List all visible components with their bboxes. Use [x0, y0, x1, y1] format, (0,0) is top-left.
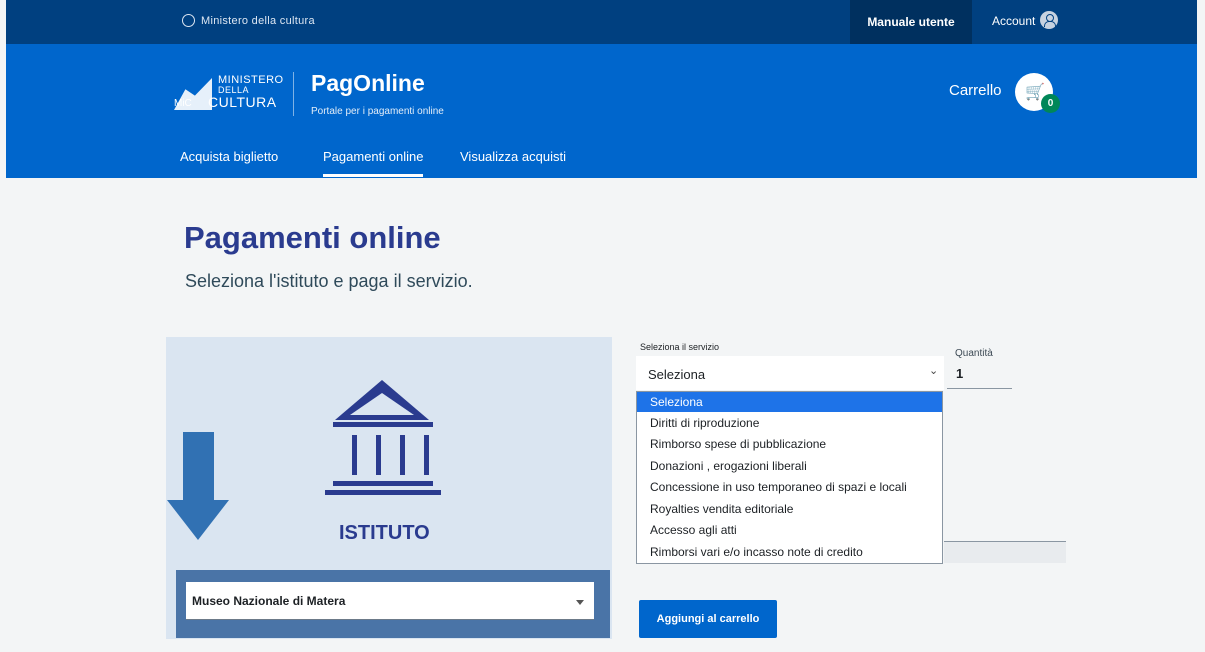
account-label[interactable]: Account — [992, 14, 1035, 28]
servizio-option[interactable]: Concessione in uso temporaneo di spazi e… — [637, 477, 942, 497]
servizio-option[interactable]: Rimborso spese di pubblicazione — [637, 434, 942, 454]
nav-acquista-biglietto[interactable]: Acquista biglietto — [180, 149, 278, 164]
down-arrow-head-icon — [167, 500, 229, 540]
brand-title[interactable]: PagOnline — [311, 70, 425, 97]
nav-pagamenti-online[interactable]: Pagamenti online — [323, 149, 424, 177]
servizio-label: Seleziona il servizio — [640, 342, 720, 352]
quantita-underline — [947, 388, 1012, 389]
ministry-link[interactable]: Ministero della cultura — [182, 14, 315, 27]
servizio-option[interactable]: Rimborsi vari e/o incasso note di credit… — [637, 542, 942, 562]
quantita-input[interactable]: 1 — [956, 366, 963, 381]
down-arrow-icon — [183, 432, 214, 500]
top-bar: Ministero della cultura Manuale utente A… — [6, 0, 1197, 44]
page-subtitle: Seleziona l'istituto e paga il servizio. — [185, 271, 473, 291]
servizio-selected-value: Seleziona — [648, 367, 706, 382]
quantita-label: Quantità — [955, 348, 993, 359]
servizio-option[interactable]: Accesso agli atti — [637, 520, 942, 540]
institution-building-icon — [325, 380, 451, 514]
add-to-cart-button[interactable]: Aggiungi al carrello — [639, 600, 777, 638]
cart-count-badge: 0 — [1041, 94, 1060, 113]
logo-line-3: CULTURA — [208, 94, 277, 110]
istituto-selected-value: Museo Nazionale di Matera — [192, 594, 346, 608]
servizio-option[interactable]: Diritti di riproduzione — [637, 413, 942, 433]
istituto-select[interactable]: Museo Nazionale di Matera — [186, 582, 594, 620]
page-title: Pagamenti online — [184, 220, 441, 255]
user-manual-button[interactable]: Manuale utente — [850, 0, 972, 44]
main-header: MiC MINISTERO DELLA CULTURA PagOnline Po… — [6, 44, 1197, 178]
ministry-label: Ministero della cultura — [201, 15, 315, 27]
istituto-label: ISTITUTO — [339, 522, 430, 544]
servizio-option[interactable]: Donazioni , erogazioni liberali — [637, 456, 942, 476]
logo-mic-text: MiC — [174, 98, 192, 109]
servizio-option[interactable]: Royalties vendita editoriale — [637, 499, 942, 519]
cart-label[interactable]: Carrello — [949, 82, 1002, 99]
servizio-option[interactable]: Seleziona — [637, 392, 942, 412]
nav-visualizza-acquisti[interactable]: Visualizza acquisti — [460, 149, 566, 164]
servizio-select[interactable]: Seleziona ⌄ — [636, 356, 944, 390]
chevron-down-icon: ⌄ — [929, 365, 939, 377]
ministry-emblem-icon — [182, 14, 195, 27]
account-avatar-icon[interactable] — [1040, 11, 1058, 29]
total-field — [944, 541, 1066, 563]
caret-down-icon — [576, 600, 584, 605]
servizio-dropdown-list: Seleziona Diritti di riproduzione Rimbor… — [636, 391, 943, 564]
brand-subtitle: Portale per i pagamenti online — [311, 106, 444, 117]
mic-logo[interactable]: MiC MINISTERO DELLA CULTURA — [174, 74, 286, 114]
logo-divider — [293, 72, 294, 116]
